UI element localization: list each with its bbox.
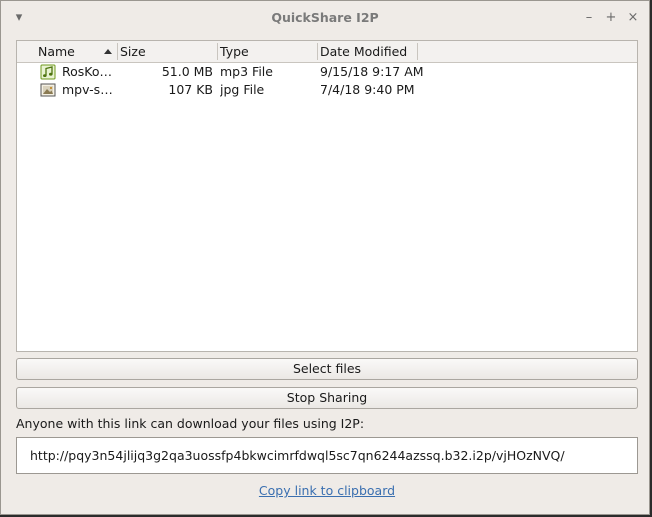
copy-link-button[interactable]: Copy link to clipboard (1, 483, 652, 498)
file-list[interactable]: Name Size Type Date Modified RosKo… 51.0… (16, 40, 638, 352)
column-header-size[interactable]: Size (118, 41, 217, 62)
share-link-field[interactable]: http://pqy3n54jlijq3g2qa3uossfp4bkwcimrf… (16, 437, 638, 474)
select-files-button[interactable]: Select files (16, 358, 638, 380)
file-row[interactable]: mpv-s… 107 KB jpg File 7/4/18 9:40 PM (17, 81, 637, 99)
file-name: mpv-s… (62, 82, 113, 97)
stop-sharing-button[interactable]: Stop Sharing (16, 387, 638, 409)
column-header-size-label: Size (120, 44, 146, 59)
column-separator[interactable] (417, 43, 418, 60)
file-type: jpg File (220, 82, 265, 97)
column-header-type[interactable]: Type (218, 41, 317, 62)
close-icon[interactable]: × (625, 10, 641, 26)
column-header-type-label: Type (220, 44, 249, 59)
image-file-icon (40, 83, 56, 97)
file-row[interactable]: RosKo… 51.0 MB mp3 File 9/15/18 9:17 AM (17, 63, 637, 81)
column-header-date-modified-label: Date Modified (320, 44, 408, 59)
minimize-icon[interactable]: – (581, 10, 597, 26)
file-size: 51.0 MB (161, 64, 213, 79)
share-info-text: Anyone with this link can download your … (16, 416, 365, 431)
file-name: RosKo… (62, 64, 113, 79)
file-date-modified: 7/4/18 9:40 PM (320, 82, 415, 97)
quickshare-window: ▾ QuickShare I2P – + × Name Size Type Da… (0, 0, 650, 515)
file-size: 107 KB (168, 82, 213, 97)
column-header-date-modified[interactable]: Date Modified (318, 41, 418, 62)
music-file-icon (40, 64, 56, 80)
sort-ascending-icon (104, 49, 112, 54)
window-title: QuickShare I2P (271, 10, 379, 25)
column-header-name-label: Name (38, 44, 75, 59)
file-type: mp3 File (220, 64, 273, 79)
file-list-header: Name Size Type Date Modified (17, 41, 637, 63)
titlebar: ▾ QuickShare I2P – + × (1, 1, 649, 35)
maximize-icon[interactable]: + (603, 10, 619, 26)
share-link-text[interactable]: http://pqy3n54jlijq3g2qa3uossfp4bkwcimrf… (30, 448, 565, 463)
file-date-modified: 9/15/18 9:17 AM (320, 64, 424, 79)
